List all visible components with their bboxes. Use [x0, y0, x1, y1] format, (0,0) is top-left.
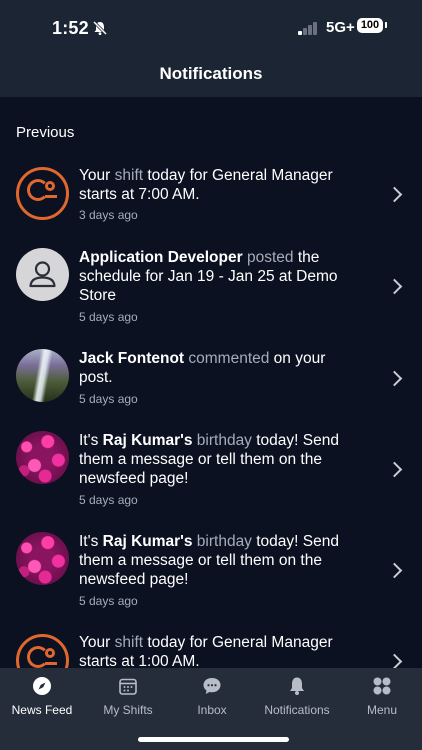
tab-my-shifts[interactable]: My Shifts: [86, 668, 170, 728]
tab-label: Notifications: [264, 703, 330, 717]
tab-notifications[interactable]: Notifications: [255, 668, 339, 728]
notification-item[interactable]: Your shift today for General Manager sta…: [0, 160, 422, 230]
chevron-right-icon: [386, 562, 403, 579]
notification-text: Your shift today for General Manager sta…: [79, 634, 333, 668]
avatar: [16, 431, 69, 484]
notification-time: 3 days ago: [79, 208, 138, 222]
page-header: Notifications: [0, 50, 422, 97]
battery-tip: [385, 22, 387, 28]
grid-dots-icon: [373, 677, 391, 695]
tab-label: News Feed: [11, 703, 73, 717]
notification-time: 5 days ago: [79, 594, 138, 608]
notification-text: It's Raj Kumar's birthday today! Send th…: [79, 432, 339, 487]
chevron-right-icon: [386, 653, 403, 668]
notification-item[interactable]: Application Developer posted the schedul…: [0, 242, 422, 332]
bell-icon: [290, 677, 304, 695]
chevron-right-icon: [386, 186, 403, 203]
notification-item[interactable]: It's Raj Kumar's birthday today! Send th…: [0, 526, 422, 616]
avatar: [16, 532, 69, 585]
section-label-previous: Previous: [16, 124, 75, 141]
tab-news-feed[interactable]: News Feed: [0, 668, 84, 728]
notification-time: 5 days ago: [79, 310, 138, 324]
notification-time: 5 days ago: [79, 392, 138, 406]
tab-label: Inbox: [197, 703, 227, 717]
tab-label: My Shifts: [103, 703, 153, 717]
notification-item[interactable]: Your shift today for General Manager sta…: [0, 627, 422, 668]
tab-menu[interactable]: Menu: [340, 668, 422, 728]
person-icon: [29, 261, 56, 288]
brand-logo-avatar: [16, 634, 69, 668]
notification-item[interactable]: Jack Fontenot commented on your post. 5 …: [0, 343, 422, 415]
chevron-right-icon: [386, 370, 403, 387]
status-time: 1:52: [52, 18, 89, 38]
home-indicator[interactable]: [138, 737, 289, 742]
notification-item[interactable]: It's Raj Kumar's birthday today! Send th…: [0, 425, 422, 515]
battery-icon: 100: [357, 18, 383, 33]
avatar: [16, 349, 69, 402]
notification-text: Jack Fontenot commented on your post.: [79, 350, 326, 386]
chevron-right-icon: [386, 461, 403, 478]
notification-text: Your shift today for General Manager sta…: [79, 167, 333, 203]
cellular-signal-icon: [298, 21, 320, 35]
calendar-icon: [119, 678, 137, 695]
status-bar: 1:52 5G+ 100: [0, 0, 422, 50]
bell-muted-icon: [92, 20, 108, 36]
chevron-right-icon: [386, 278, 403, 295]
notification-text: It's Raj Kumar's birthday today! Send th…: [79, 533, 339, 588]
compass-icon: [33, 677, 51, 695]
page-title: Notifications: [159, 64, 263, 83]
chat-bubble-icon: [203, 678, 221, 694]
network-type: 5G+: [326, 19, 355, 36]
notification-text: Application Developer posted the schedul…: [79, 249, 338, 304]
notification-time: 5 days ago: [79, 493, 138, 507]
tab-label: Menu: [366, 703, 398, 717]
avatar: [16, 248, 69, 301]
tab-inbox[interactable]: Inbox: [170, 668, 254, 728]
brand-logo-avatar: [16, 167, 69, 220]
